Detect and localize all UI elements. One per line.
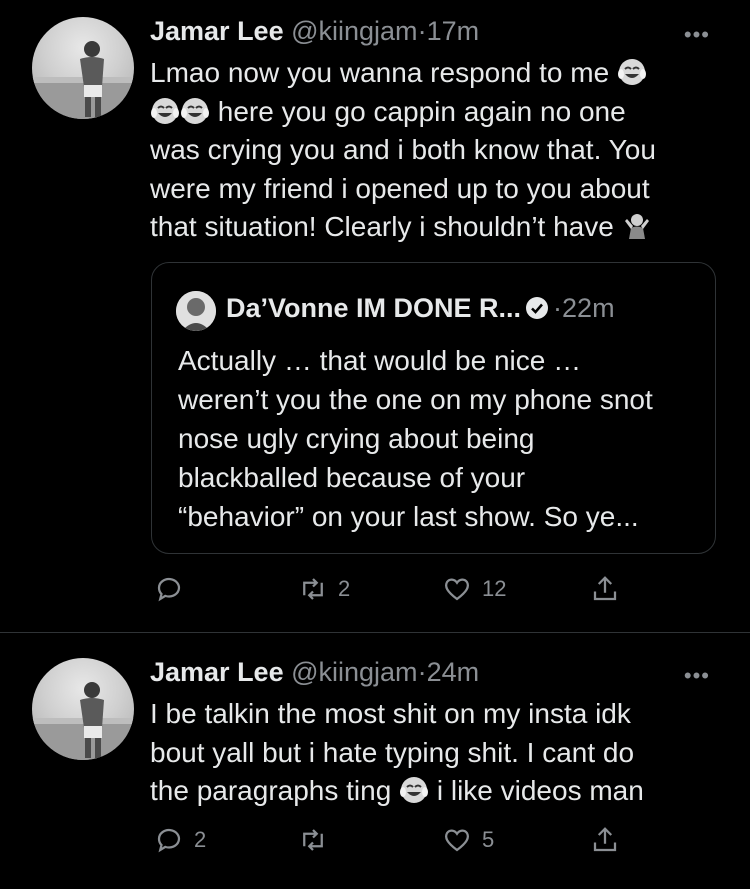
quoted-tweet[interactable]: Da’Vonne IM DONE R... ·22m Actually … tha…	[151, 262, 716, 554]
quoted-header: Da’Vonne IM DONE R... ·22m	[226, 293, 615, 324]
retweet-button[interactable]	[298, 825, 338, 855]
text-line: that situation! Clearly i shouldn’t have	[150, 211, 614, 242]
avatar[interactable]	[32, 658, 134, 760]
like-count: 5	[482, 827, 495, 852]
heart-icon	[444, 578, 470, 601]
separator-dot: ·	[553, 293, 563, 323]
text-line: weren’t you the one on my phone snot	[178, 384, 653, 415]
tweet-header: Jamar Lee @kiingjam·24m	[150, 657, 479, 688]
text-line: Lmao now you wanna respond to me	[150, 57, 610, 88]
face-with-tears-of-joy-icon	[617, 59, 646, 85]
text-line: were my friend i opened up to you about	[150, 172, 650, 204]
tweet-2[interactable]: Jamar Lee @kiingjam·24m ••• I be talkin …	[0, 633, 750, 889]
text-line: bout yall but i hate typing shit. I cant…	[150, 736, 635, 768]
retweet-icon	[303, 578, 323, 600]
quoted-avatar[interactable]	[176, 291, 216, 331]
timestamp[interactable]: 17m	[427, 16, 480, 46]
author-handle[interactable]: @kiingjam	[291, 657, 417, 687]
tweet-header: Jamar Lee @kiingjam·17m	[150, 16, 479, 47]
separator-dot: ·	[417, 657, 427, 687]
quoted-timestamp[interactable]: 22m	[562, 293, 615, 323]
reply-button[interactable]	[154, 574, 194, 604]
author-name[interactable]: Jamar Lee	[150, 16, 284, 46]
face-with-tears-of-joy-icon	[151, 97, 179, 124]
separator-dot: ·	[417, 16, 427, 46]
text-line: was crying you and i both know that. You	[150, 134, 656, 165]
share-icon	[593, 827, 617, 852]
share-button[interactable]	[590, 574, 620, 604]
more-options-icon[interactable]: •••	[684, 22, 710, 48]
text-line: here you go cappin again no one	[217, 95, 626, 127]
share-button[interactable]	[590, 825, 620, 855]
reply-icon	[157, 828, 181, 853]
text-line: Actually … that would be nice …	[178, 345, 582, 376]
author-handle[interactable]: @kiingjam	[291, 16, 417, 46]
reply-button[interactable]: 2	[154, 825, 206, 855]
reply-count: 2	[194, 827, 207, 852]
text-line: i like videos man	[436, 775, 644, 806]
text-line: I be talkin the most shit on my insta id…	[150, 698, 631, 729]
face-with-tears-of-joy-icon	[400, 777, 429, 803]
action-bar: 2 5	[0, 825, 750, 865]
quoted-text: Actually … that would be nice … weren’t …	[178, 341, 698, 536]
text-line: blackballed because of your	[178, 462, 526, 493]
verified-badge-icon	[526, 297, 549, 319]
tweet-text: I be talkin the most shit on my insta id…	[150, 695, 710, 811]
like-count: 12	[482, 576, 507, 601]
heart-icon	[444, 829, 470, 852]
tweet-1[interactable]: Jamar Lee @kiingjam·17m ••• Lmao now you…	[0, 0, 750, 632]
retweet-icon	[303, 829, 323, 851]
reply-icon	[157, 577, 181, 602]
avatar-photo	[32, 41, 134, 119]
like-button[interactable]: 12	[442, 574, 506, 604]
quoted-avatar-photo	[176, 291, 216, 331]
avatar-photo	[32, 682, 134, 760]
quoted-author-name[interactable]: Da’Vonne IM DONE R...	[226, 293, 521, 323]
timestamp[interactable]: 24m	[427, 657, 480, 687]
share-icon	[593, 576, 617, 601]
action-bar: 2 12	[0, 574, 750, 614]
retweet-count: 2	[338, 576, 351, 601]
avatar[interactable]	[32, 17, 134, 119]
tweet-text: Lmao now you wanna respond to me here yo…	[150, 54, 710, 247]
author-name[interactable]: Jamar Lee	[150, 657, 284, 687]
text-line: the paragraphs ting	[150, 775, 392, 806]
face-with-tears-of-joy-icon	[181, 97, 209, 124]
more-options-icon[interactable]: •••	[684, 663, 710, 689]
retweet-button[interactable]: 2	[298, 574, 350, 604]
text-line: “behavior” on your last show. So ye...	[178, 501, 639, 532]
text-line: nose ugly crying about being	[178, 423, 535, 454]
person-shrugging-icon	[624, 214, 649, 239]
like-button[interactable]: 5	[442, 825, 494, 855]
